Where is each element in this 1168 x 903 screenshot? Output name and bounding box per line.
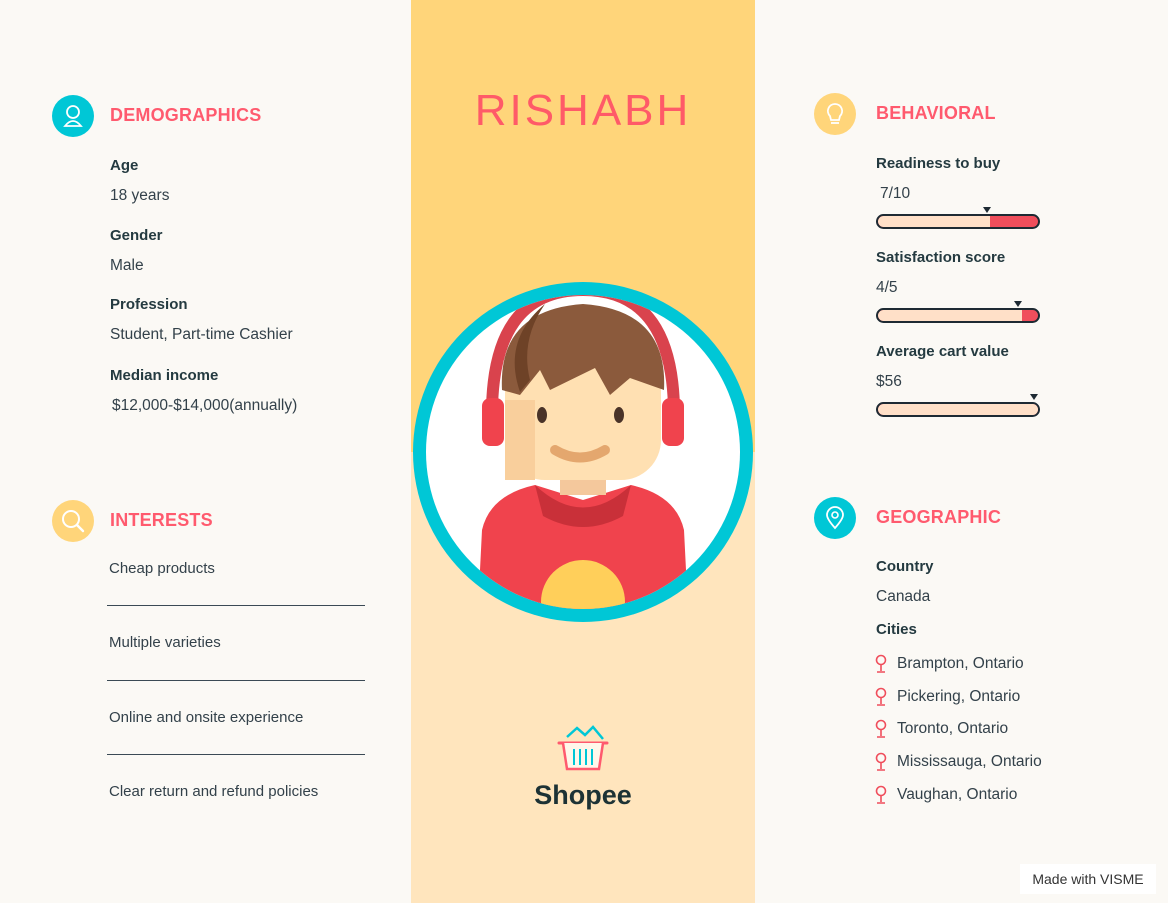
interest-item: Clear return and refund policies: [109, 783, 319, 800]
city-item: Pickering, Ontario: [897, 687, 1021, 705]
geographic-title: GEOGRAPHIC: [876, 507, 1002, 527]
metric-value: 7/10: [880, 185, 911, 202]
cities-label: Cities: [876, 621, 917, 638]
country-value: Canada: [876, 588, 931, 605]
progress-bar: [876, 214, 1040, 229]
metric-label: Average cart value: [876, 343, 1009, 360]
city-item: Toronto, Ontario: [897, 720, 1009, 738]
progress-fill: [878, 216, 990, 227]
progress-bar: [876, 402, 1040, 417]
progress-fill: [878, 404, 1038, 415]
bar-marker: [1014, 301, 1022, 307]
bar-marker: [983, 207, 991, 213]
country-label: Country: [876, 558, 934, 575]
profession-label: Profession: [110, 296, 188, 313]
age-label: Age: [110, 157, 139, 174]
location-pin-icon: [814, 497, 856, 539]
gender-label: Gender: [110, 227, 163, 244]
income-label: Median income: [110, 367, 219, 384]
progress-fill: [878, 310, 1022, 321]
metric-value: $56: [876, 373, 902, 390]
profession-value: Student, Part-time Cashier: [110, 326, 293, 343]
made-with-badge[interactable]: Made with VISME: [1020, 864, 1156, 894]
avatar: [413, 282, 753, 622]
demographics-title: DEMOGRAPHICS: [110, 105, 262, 125]
progress-bar: [876, 308, 1040, 323]
interest-item: Multiple varieties: [109, 634, 221, 651]
gender-value: Male: [110, 257, 144, 274]
city-item: Vaughan, Ontario: [897, 785, 1018, 803]
behavioral-title: BEHAVIORAL: [876, 103, 996, 123]
interests-title: INTERESTS: [110, 510, 213, 530]
metric-label: Satisfaction score: [876, 249, 1006, 266]
divider: [107, 605, 365, 606]
city-item: Brampton, Ontario: [897, 655, 1024, 672]
divider: [107, 754, 365, 755]
divider: [107, 680, 365, 681]
city-item: Mississauga, Ontario: [897, 753, 1042, 771]
interest-item: Cheap products: [109, 560, 215, 577]
map-pin-icon: [874, 785, 888, 805]
search-icon: [52, 500, 94, 542]
map-pin-icon: [874, 719, 888, 739]
shopping-basket-icon: [557, 725, 609, 771]
age-value: 18 years: [110, 187, 170, 204]
interest-item: Online and onsite experience: [109, 709, 304, 726]
income-value: $12,000-$14,000(annually): [112, 397, 298, 414]
map-pin-icon: [874, 752, 888, 772]
persona-name: RISHABH: [474, 86, 692, 135]
person-icon: [52, 95, 94, 137]
bar-marker: [1030, 394, 1038, 400]
lightbulb-icon: [814, 93, 856, 135]
map-pin-icon: [874, 654, 888, 674]
brand-name: Shopee: [534, 780, 632, 810]
metric-value: 4/5: [876, 279, 898, 296]
map-pin-icon: [874, 687, 888, 707]
metric-label: Readiness to buy: [876, 155, 1001, 172]
